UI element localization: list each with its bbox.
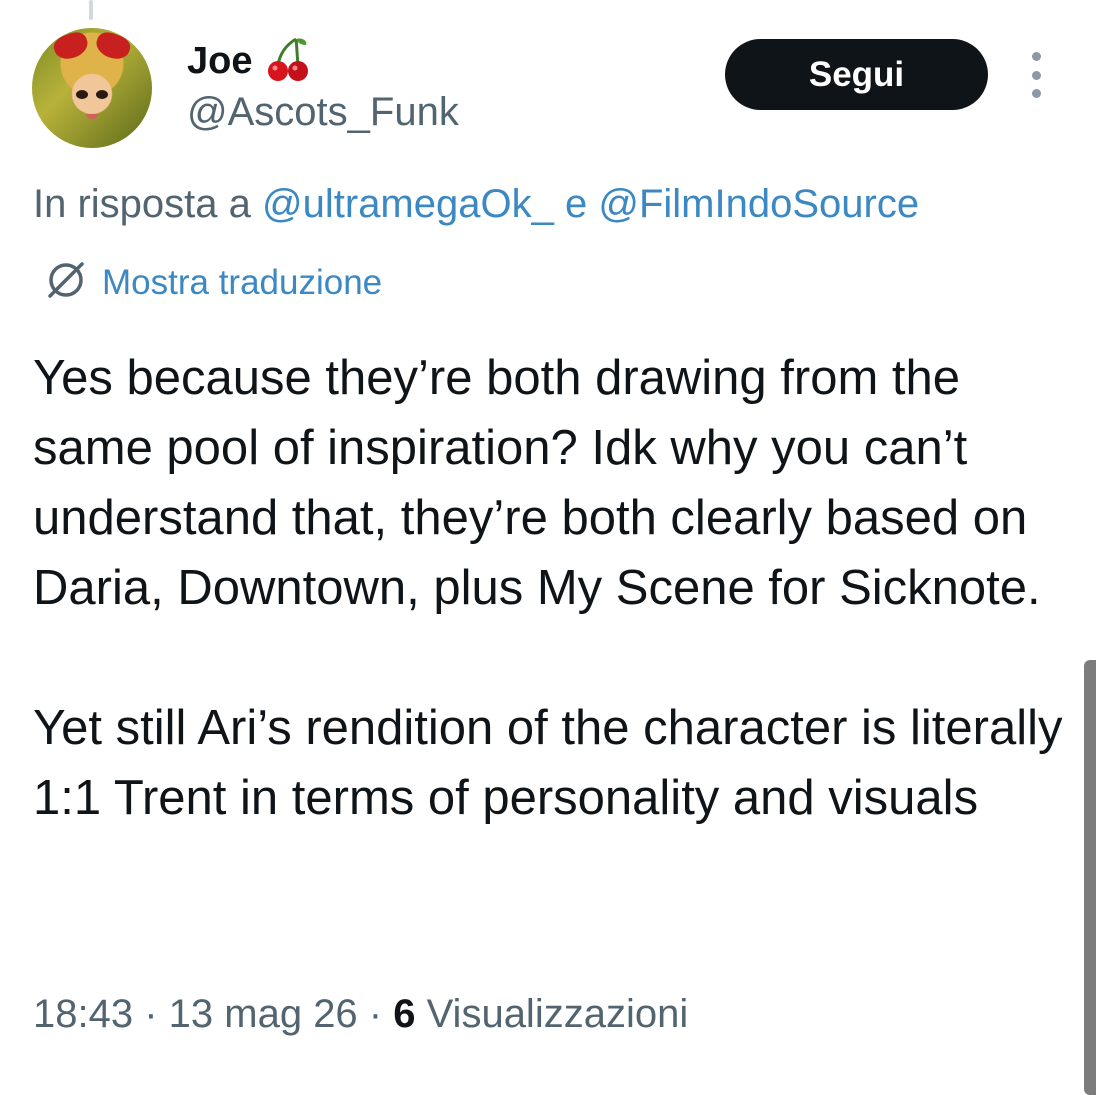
tweet-time[interactable]: 18:43 [33, 992, 133, 1036]
views-label[interactable]: Visualizzazioni [415, 992, 689, 1036]
cherry-icon [266, 35, 310, 88]
author-handle[interactable]: @Ascots_Funk [187, 90, 459, 134]
tweet-paragraph: Yet still Ari’s rendition of the charact… [33, 701, 1063, 825]
author-name-row[interactable]: Joe [187, 36, 310, 86]
meta-separator: · [357, 992, 394, 1036]
avatar[interactable] [32, 28, 152, 148]
show-translation[interactable]: Mostra traduzione [44, 258, 382, 307]
avatar-bow-left [50, 28, 92, 64]
avatar-eye-right [96, 90, 108, 99]
thread-line [89, 0, 93, 20]
follow-button[interactable]: Segui [725, 39, 988, 110]
globe-slash-icon [44, 258, 88, 307]
meta-separator: · [133, 992, 169, 1036]
tweet-date[interactable]: 13 mag 26 [169, 992, 358, 1036]
avatar-mouth [86, 114, 98, 119]
show-translation-label[interactable]: Mostra traduzione [102, 263, 382, 303]
mention-link-2[interactable]: @FilmIndoSource [598, 182, 919, 226]
more-options-button[interactable] [1022, 52, 1050, 98]
avatar-eye-left [76, 90, 88, 99]
avatar-bow-right [92, 28, 134, 64]
tweet-paragraph: Yes because they’re both drawing from th… [33, 351, 1041, 615]
more-vertical-icon [1031, 52, 1041, 61]
more-dot [1031, 70, 1041, 80]
more-dot [1031, 89, 1041, 98]
reply-context: In risposta a @ultramegaOk_ e @FilmIndoS… [33, 180, 919, 228]
tweet-text: Yes because they’re both drawing from th… [33, 343, 1073, 833]
mention-link-1[interactable]: @ultramegaOk_ [262, 182, 554, 226]
reply-prefix: In risposta a [33, 182, 263, 226]
reply-joiner[interactable]: e [554, 182, 598, 226]
tweet-meta: 18:43 · 13 mag 26 · 6 Visualizzazioni [33, 992, 688, 1037]
views-count[interactable]: 6 [393, 992, 415, 1036]
scrollbar[interactable] [1084, 660, 1096, 1095]
author-display-name[interactable]: Joe [187, 42, 252, 80]
